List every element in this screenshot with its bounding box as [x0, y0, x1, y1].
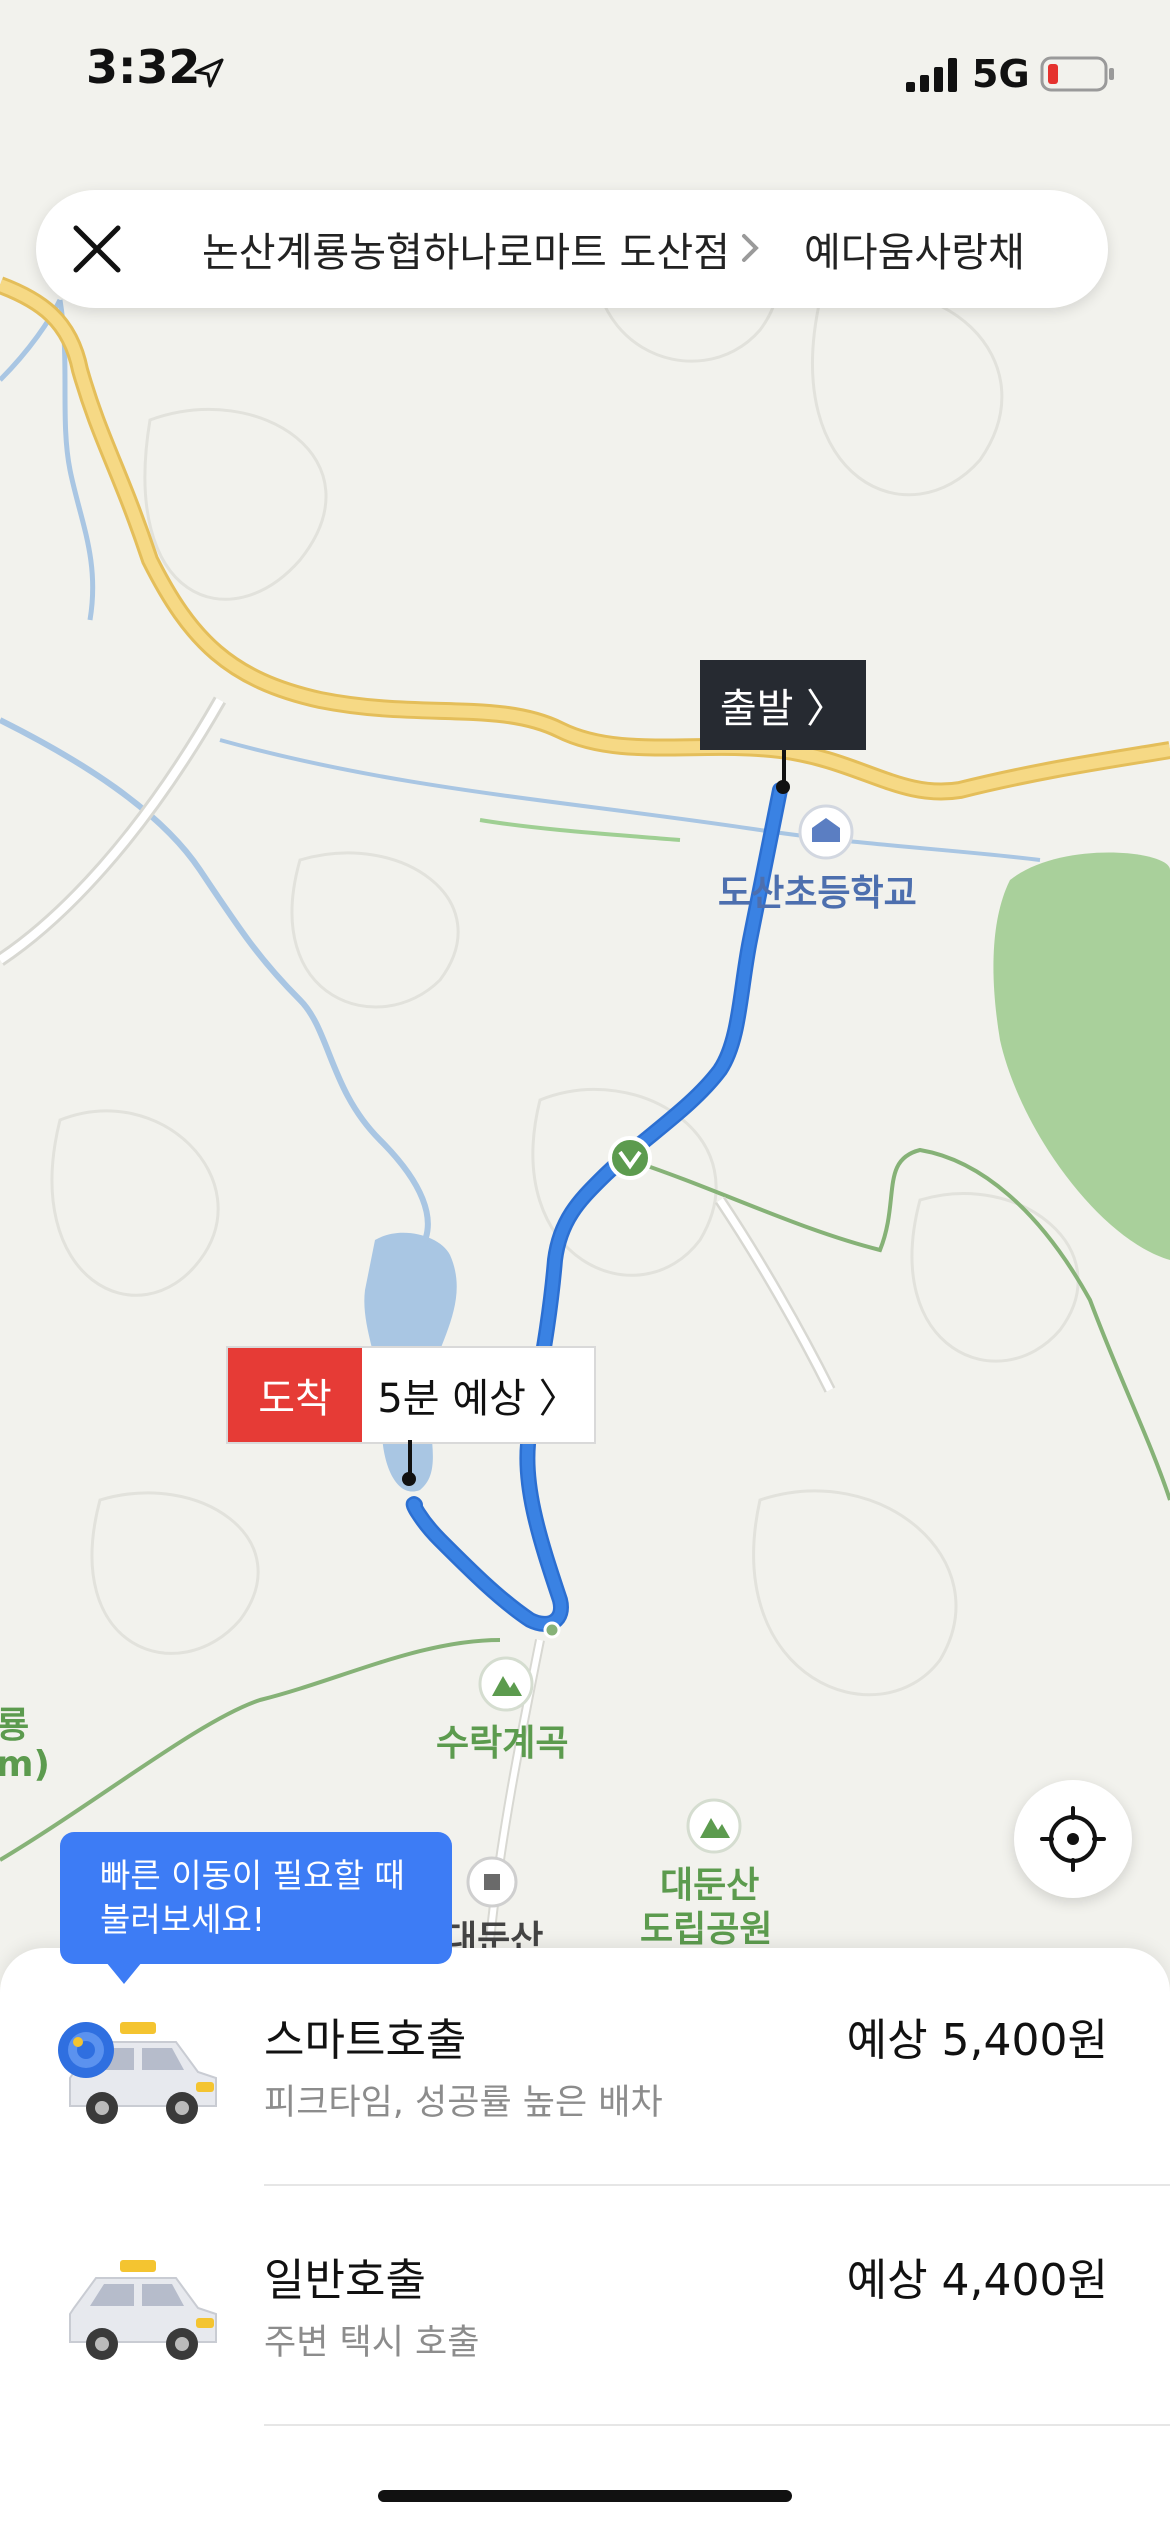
route-bar: 논산계룡농협하나로마트 도산점 예다움사랑채 [36, 190, 1108, 308]
start-marker-dot [776, 780, 790, 794]
tooltip-tail [106, 1962, 142, 1984]
option-subtitle: 피크타임, 성공률 높은 배차 [264, 2083, 663, 2123]
tooltip-line-2: 불러보세요! [100, 1900, 266, 1939]
taxi-icon [69, 2260, 217, 2360]
start-marker-label[interactable]: 출발 〉 [700, 660, 866, 750]
poi-edge-label-1: 룡 [0, 1705, 30, 1746]
route-origin[interactable]: 논산계룡농협하나로마트 도산점 [202, 220, 752, 278]
route-destination[interactable]: 예다움사랑채 [804, 220, 1025, 278]
status-time: 3:32 [86, 40, 201, 94]
option-price: 예상 5,400원 [846, 2015, 1108, 2066]
current-location-button[interactable] [1014, 1780, 1132, 1898]
crosshair-icon [1040, 1806, 1106, 1872]
option-smart-call[interactable]: 스마트호출 피크타임, 성공률 높은 배차 예상 5,400원 [0, 1948, 1170, 2184]
option-divider [264, 2184, 1170, 2186]
status-bar: 3:32 5G [0, 0, 1170, 150]
poi-school-label: 도산초등학교 [718, 873, 917, 914]
promo-tooltip: 빠른 이동이 필요할 때 불러보세요! [60, 1832, 452, 1964]
poi-park-label-2: 도립공원 [640, 1909, 773, 1950]
battery-icon [1040, 56, 1114, 92]
close-icon[interactable] [66, 218, 128, 280]
tooltip-line-1: 빠른 이동이 필요할 때 [100, 1856, 405, 1895]
signal-icon [906, 58, 957, 92]
option-title: 스마트호출 [264, 2015, 467, 2066]
arrive-marker[interactable]: 도착 5분 예상 〉 [226, 1346, 596, 1444]
poi-edge-label-2: m) [0, 1744, 50, 1785]
location-arrow-icon [194, 58, 224, 88]
end-marker-dot [402, 1472, 416, 1486]
option-divider [264, 2424, 1170, 2426]
smart-taxi-icon [58, 2022, 217, 2124]
option-price: 예상 4,400원 [846, 2255, 1108, 2306]
poi-valley-label: 수락계곡 [436, 1723, 569, 1764]
start-marker-stem [782, 750, 786, 784]
option-title: 일반호출 [264, 2255, 426, 2306]
ride-options-sheet: 스마트호출 피크타임, 성공률 높은 배차 예상 5,400원 일반호출 주변 … [0, 1948, 1170, 2532]
network-type: 5G [972, 52, 1030, 96]
option-normal-call[interactable]: 일반호출 주변 택시 호출 예상 4,400원 [0, 2188, 1170, 2424]
option-subtitle: 주변 택시 호출 [264, 2323, 480, 2363]
eta-label: 5분 예상 〉 [377, 1376, 579, 1422]
home-indicator[interactable] [378, 2490, 792, 2502]
arrive-label: 도착 [228, 1348, 362, 1442]
chevron-right-icon [742, 234, 759, 262]
